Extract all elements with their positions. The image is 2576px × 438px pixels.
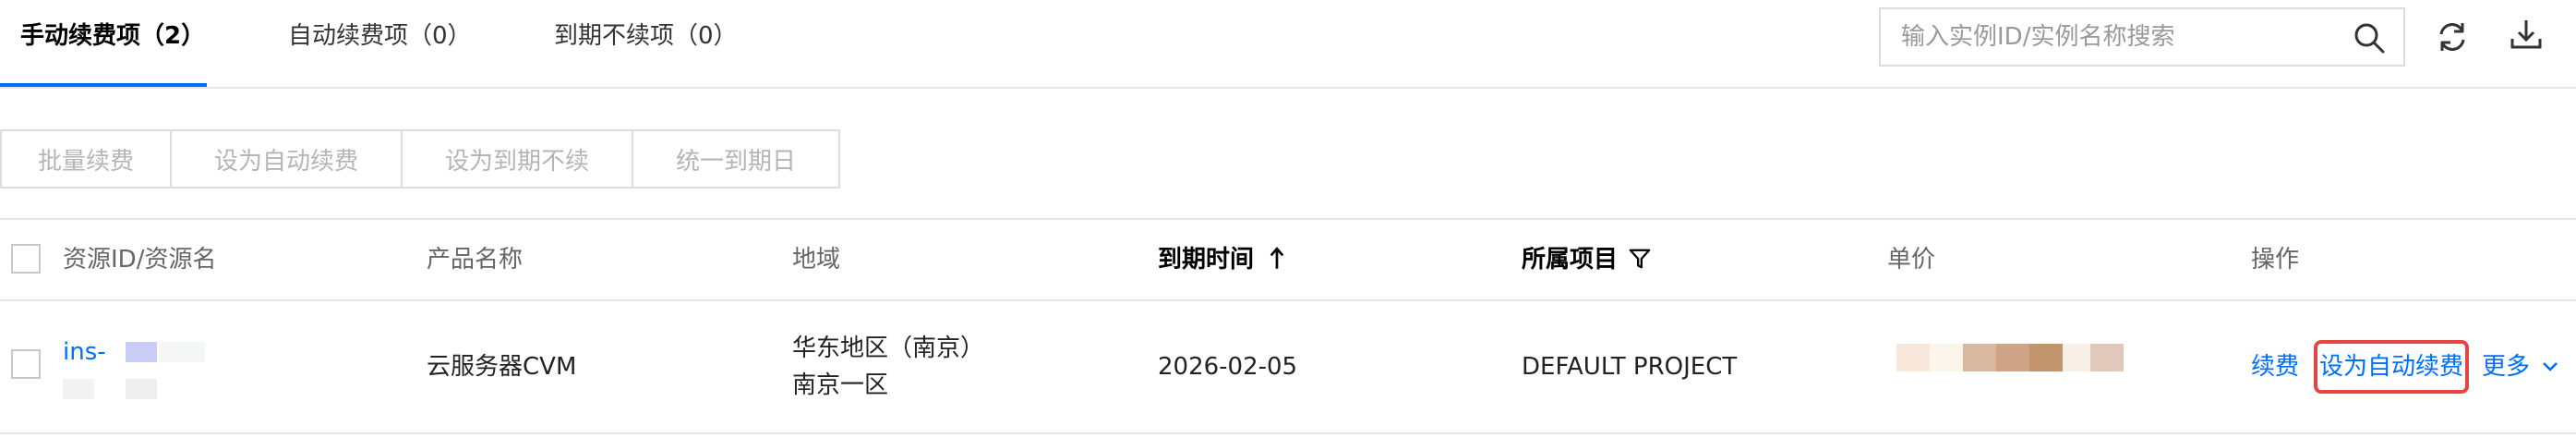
batch-renew-button[interactable]: 批量续费 xyxy=(0,129,172,189)
resource-id-link[interactable]: ins- xyxy=(63,335,106,370)
redacted-resource-id xyxy=(126,342,157,362)
tab-no-renewal[interactable]: 到期不续项（0） xyxy=(554,20,738,52)
redacted-resource-name xyxy=(63,379,94,399)
project-name: DEFAULT PROJECT xyxy=(1522,353,1738,381)
redacted-resource-name-tail xyxy=(126,379,157,399)
row-bottom-border xyxy=(0,432,2576,434)
table-top-border xyxy=(0,218,2576,220)
more-link[interactable]: 更多 xyxy=(2482,349,2530,384)
download-icon[interactable] xyxy=(2508,17,2545,54)
search-box[interactable] xyxy=(1879,7,2405,67)
set-no-renew-button[interactable]: 设为到期不续 xyxy=(401,129,633,189)
expire-date: 2026-02-05 xyxy=(1158,353,1298,381)
set-auto-renew-button[interactable]: 设为自动续费 xyxy=(170,129,403,189)
unify-expiry-button[interactable]: 统一到期日 xyxy=(632,129,840,189)
header-expire-time[interactable]: 到期时间 xyxy=(1158,244,1254,275)
header-unit-price: 单价 xyxy=(1887,246,1936,274)
search-input[interactable] xyxy=(1901,9,2344,65)
redacted-resource-id-tail xyxy=(159,342,205,362)
refresh-icon[interactable] xyxy=(2434,18,2471,55)
set-auto-renew-link[interactable]: 设为自动续费 xyxy=(2319,349,2463,384)
product-name: 云服务器CVM xyxy=(427,353,577,381)
renew-link[interactable]: 续费 xyxy=(2251,349,2299,384)
region-name: 华东地区（南京） xyxy=(792,335,985,362)
tab-auto-renewal[interactable]: 自动续费项（0） xyxy=(288,20,472,52)
header-bottom-border xyxy=(0,299,2576,301)
zone-name: 南京一区 xyxy=(792,371,889,399)
search-icon[interactable] xyxy=(2353,22,2385,54)
header-resource-id: 资源ID/资源名 xyxy=(63,246,217,274)
header-actions: 操作 xyxy=(2251,246,2300,274)
row-checkbox[interactable] xyxy=(11,349,41,379)
tabs-divider xyxy=(0,87,2576,89)
chevron-down-icon[interactable] xyxy=(2541,357,2559,375)
header-region: 地域 xyxy=(792,246,841,274)
tab-manual-renewal[interactable]: 手动续费项（2） xyxy=(20,20,205,52)
arrow-up-icon[interactable] xyxy=(1269,246,1285,272)
select-all-checkbox[interactable] xyxy=(11,244,41,274)
header-project: 所属项目 xyxy=(1522,246,1619,274)
header-product: 产品名称 xyxy=(427,246,524,274)
filter-icon[interactable] xyxy=(1629,248,1651,270)
